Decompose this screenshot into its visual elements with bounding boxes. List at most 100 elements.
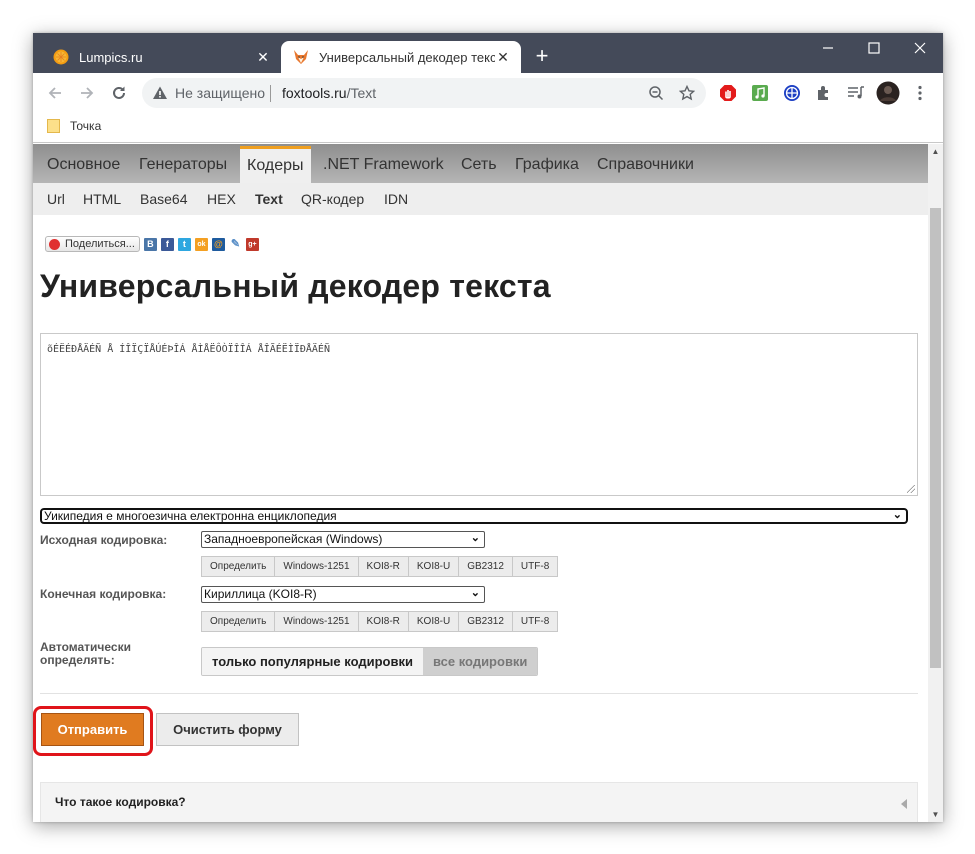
minimize-button[interactable] xyxy=(805,33,851,63)
speaker-icon xyxy=(49,238,60,250)
menu-kebab-icon[interactable] xyxy=(911,84,929,102)
bookmark-tochka[interactable]: Точка xyxy=(47,119,101,133)
form-divider xyxy=(40,693,918,694)
address-bar[interactable]: Не защищено foxtools.ru/Text xyxy=(142,78,706,108)
sample-select-value: Уикипедия е многоезична електронна енцик… xyxy=(44,509,337,523)
sub-nav: Url HTML Base64 HEX Text QR-кодер IDN xyxy=(33,183,928,215)
all-encodings-option[interactable]: все кодировки xyxy=(422,648,538,675)
maximize-button[interactable] xyxy=(851,33,897,63)
url-path: /Text xyxy=(346,85,377,101)
odnoklassniki-icon[interactable]: ok xyxy=(194,237,208,251)
sub-nav-html[interactable]: HTML xyxy=(83,183,121,215)
new-tab-button[interactable]: + xyxy=(531,45,553,67)
minimize-icon xyxy=(823,47,833,49)
source-gb2312-button[interactable]: GB2312 xyxy=(458,556,513,577)
source-koi8r-button[interactable]: KOI8-R xyxy=(357,556,409,577)
warning-icon[interactable] xyxy=(152,85,168,101)
source-encoding-value: Западноевропейская (Windows) xyxy=(204,532,383,546)
bookmark-star-icon[interactable] xyxy=(678,84,696,102)
livejournal-icon[interactable]: ✎ xyxy=(229,238,242,251)
submit-button[interactable]: Отправить xyxy=(41,713,144,746)
target-detect-button[interactable]: Определить xyxy=(201,611,276,632)
sub-nav-qr-coder[interactable]: QR-кодер xyxy=(301,183,364,215)
main-nav-osnovnoe[interactable]: Основное xyxy=(40,146,127,183)
facebook-icon[interactable]: f xyxy=(160,237,174,251)
title-bar: Lumpics.ru ✕ Универсальный декодер текст… xyxy=(33,33,943,73)
sub-nav-text[interactable]: Text xyxy=(255,183,283,215)
sample-text-select[interactable]: Уикипедия е многоезична електронна енцик… xyxy=(40,508,908,524)
close-icon xyxy=(914,42,926,54)
faq-title: Что такое кодировка? xyxy=(55,795,186,809)
fox-icon xyxy=(294,50,308,64)
main-nav-set[interactable]: Сеть xyxy=(454,146,504,183)
caret-left-icon xyxy=(901,799,907,809)
sub-nav-base64[interactable]: Base64 xyxy=(140,183,187,215)
auto-detect-label: Автоматически определять: xyxy=(40,641,131,667)
music-icon[interactable] xyxy=(751,84,769,102)
mail-ru-icon[interactable]: @ xyxy=(211,237,225,251)
source-encoding-label: Исходная кодировка: xyxy=(40,533,168,547)
reload-button[interactable] xyxy=(107,81,131,105)
page-scrollbar[interactable]: ▲ ▼ xyxy=(928,144,943,822)
tab-decoder[interactable]: Универсальный декодер текста ✕ xyxy=(281,41,521,73)
input-textarea[interactable]: õÉËÉÐÅÄÉÑ Å ÍÎÏÇÏÅÚÉÞÎÁ ÅÌÅËÔÒÏÎÎÁ ÅÎÃÉË… xyxy=(40,333,918,496)
bookmarks-bar: Точка xyxy=(33,113,943,143)
close-tab-icon[interactable]: ✕ xyxy=(255,49,271,65)
google-plus-icon[interactable]: g+ xyxy=(245,237,259,251)
source-koi8u-button[interactable]: KOI8-U xyxy=(407,556,460,577)
main-nav-net-framework[interactable]: .NET Framework xyxy=(316,146,451,183)
scroll-down-arrow-icon[interactable]: ▼ xyxy=(928,807,943,822)
close-window-button[interactable] xyxy=(897,33,943,63)
puzzle-extensions-icon[interactable] xyxy=(815,84,833,102)
source-utf8-button[interactable]: UTF-8 xyxy=(511,556,559,577)
target-gb2312-button[interactable]: GB2312 xyxy=(458,611,513,632)
url-host: foxtools.ru xyxy=(282,85,347,101)
scrollbar-thumb[interactable] xyxy=(930,208,941,668)
target-encoding-select[interactable]: Кириллица (KOI8-R) ⌄ xyxy=(201,586,485,603)
main-nav-generatory[interactable]: Генераторы xyxy=(132,146,234,183)
target-utf8-button[interactable]: UTF-8 xyxy=(511,611,559,632)
sub-nav-idn[interactable]: IDN xyxy=(384,183,408,215)
forward-button[interactable] xyxy=(75,81,99,105)
browser-window: Lumpics.ru ✕ Универсальный декодер текст… xyxy=(33,33,943,822)
input-text-value: õÉËÉÐÅÄÉÑ Å ÍÎÏÇÏÅÚÉÞÎÁ ÅÌÅËÔÒÏÎÎÁ ÅÎÃÉË… xyxy=(47,344,330,355)
chevron-down-icon: ⌄ xyxy=(470,587,480,599)
zoom-out-icon[interactable] xyxy=(647,84,665,102)
sub-nav-url[interactable]: Url xyxy=(47,183,65,215)
source-encoding-buttons: Определить Windows-1251 KOI8-R KOI8-U GB… xyxy=(201,556,559,577)
url-text[interactable]: foxtools.ru/Text xyxy=(282,85,376,101)
source-encoding-select[interactable]: Западноевропейская (Windows) ⌄ xyxy=(201,531,485,548)
vpn-globe-icon[interactable] xyxy=(783,84,801,102)
tab-title: Lumpics.ru xyxy=(79,49,143,65)
arrow-right-icon xyxy=(81,87,94,99)
clear-form-button[interactable]: Очистить форму xyxy=(156,713,299,746)
security-status[interactable]: Не защищено xyxy=(175,85,265,101)
main-nav-grafika[interactable]: Графика xyxy=(508,146,586,183)
orange-slice-icon xyxy=(53,49,69,65)
scroll-up-arrow-icon[interactable]: ▲ xyxy=(928,144,943,159)
sub-nav-hex[interactable]: HEX xyxy=(207,183,236,215)
share-button[interactable]: Поделиться... xyxy=(45,236,140,252)
close-tab-icon[interactable]: ✕ xyxy=(495,49,511,65)
target-koi8u-button[interactable]: KOI8-U xyxy=(407,611,460,632)
popular-encodings-option[interactable]: только популярные кодировки xyxy=(202,648,423,675)
main-nav-spravochniki[interactable]: Справочники xyxy=(590,146,701,183)
vkontakte-icon[interactable]: В xyxy=(143,237,157,251)
faq-accordion[interactable]: Что такое кодировка? xyxy=(40,782,918,822)
target-windows-1251-button[interactable]: Windows-1251 xyxy=(274,611,359,632)
target-koi8r-button[interactable]: KOI8-R xyxy=(357,611,409,632)
main-nav-kodery[interactable]: Кодеры xyxy=(240,146,311,183)
media-queue-icon[interactable] xyxy=(847,84,865,102)
back-button[interactable] xyxy=(43,81,67,105)
browser-toolbar: Не защищено foxtools.ru/Text xyxy=(33,73,943,113)
page-title: Универсальный декодер текста xyxy=(40,268,551,304)
resize-grip-icon[interactable] xyxy=(907,485,915,493)
adblock-icon[interactable] xyxy=(719,84,737,102)
tab-lumpics[interactable]: Lumpics.ru ✕ xyxy=(41,41,281,73)
bookmark-label: Точка xyxy=(70,119,102,133)
twitter-icon[interactable]: t xyxy=(177,237,191,251)
auto-detect-toggle: только популярные кодировки все кодировк… xyxy=(201,647,539,676)
profile-avatar[interactable] xyxy=(876,81,900,105)
source-detect-button[interactable]: Определить xyxy=(201,556,276,577)
source-windows-1251-button[interactable]: Windows-1251 xyxy=(274,556,359,577)
